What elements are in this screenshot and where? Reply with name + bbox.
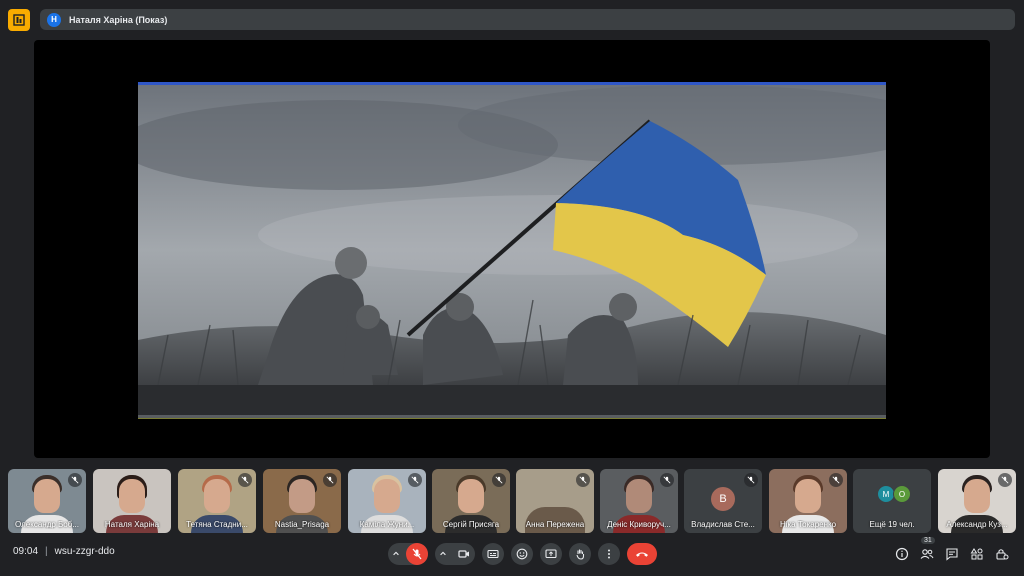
chat-icon (946, 548, 958, 561)
participant-tile[interactable]: Тетяна Стадни... (178, 469, 256, 533)
participant-tile[interactable]: Анна Пережена (516, 469, 594, 533)
flag-raising-image (138, 85, 886, 415)
more-options-button[interactable] (598, 543, 620, 565)
participant-tile[interactable]: Олександр Боб... (8, 469, 86, 533)
participant-name: Каміла Жуни... (359, 520, 415, 529)
participant-tile[interactable]: Наталя Харіна (93, 469, 171, 533)
participant-name: Тетяна Стадни... (186, 520, 248, 529)
present-button[interactable] (540, 543, 562, 565)
presenter-avatar: Н (47, 12, 61, 27)
participant-name: Владислав Сте... (691, 520, 755, 529)
participant-name: Ніка Токаренко (779, 520, 837, 529)
mic-off-icon[interactable] (406, 543, 428, 565)
presentation-frame (138, 82, 886, 419)
camera-control[interactable] (435, 543, 475, 565)
chevron-up-icon[interactable] (388, 550, 404, 558)
call-controls (388, 543, 664, 565)
mic-off-icon (323, 473, 337, 487)
raise-hand-icon (576, 549, 585, 560)
participant-name: Олександр Боб... (15, 520, 79, 529)
participant-name: Александр Куз... (946, 520, 1008, 529)
participant-name: Сергій Присяга (442, 520, 500, 529)
meet-logo-icon (8, 9, 30, 31)
participant-tile[interactable]: В Владислав Сте... (684, 469, 762, 533)
host-controls-icon (996, 549, 1009, 560)
emoji-icon (516, 548, 528, 560)
raise-hand-button[interactable] (569, 543, 591, 565)
present-screen-icon (545, 549, 557, 559)
participant-tile[interactable]: Сергій Присяга (432, 469, 510, 533)
participant-name: Анна Пережена (525, 520, 585, 529)
participant-tile[interactable]: Каміла Жуни... (348, 469, 426, 533)
mic-off-icon (660, 473, 674, 487)
people-icon (920, 549, 934, 559)
mic-control[interactable] (388, 543, 428, 565)
mic-off-icon (408, 473, 422, 487)
activities-button[interactable] (969, 546, 985, 562)
chevron-up-icon[interactable] (435, 550, 451, 558)
people-button[interactable]: 31 (919, 537, 935, 562)
meeting-details-button[interactable] (894, 546, 910, 562)
mic-off-icon (744, 473, 758, 487)
divider: | (45, 546, 48, 557)
mic-off-icon (829, 473, 843, 487)
more-participants-label: Ещё 19 чел. (869, 520, 915, 529)
avatar: О (893, 485, 911, 503)
captions-icon (487, 549, 499, 559)
shared-screen (34, 40, 990, 458)
participant-tile[interactable]: Nastia_Prisaga (263, 469, 341, 533)
presenter-label: Наталя Харіна (Показ) (69, 14, 168, 25)
participant-tile[interactable]: Александр Куз... (938, 469, 1016, 533)
chat-button[interactable] (944, 546, 960, 562)
mic-off-icon (576, 473, 590, 487)
emoji-button[interactable] (511, 543, 533, 565)
host-controls-button[interactable] (994, 546, 1010, 562)
side-panel-buttons: 31 (894, 537, 1019, 562)
participant-name: Nastia_Prisaga (274, 520, 330, 529)
participant-name: Деніс Криворуч... (607, 520, 671, 529)
mic-off-icon (492, 473, 506, 487)
avatar: В (711, 487, 735, 511)
participant-count-badge: 31 (921, 537, 935, 544)
participant-name: Наталя Харіна (104, 520, 160, 529)
meeting-info: 09:04 | wsu-zzgr-ddo (13, 546, 115, 557)
more-participants-tile[interactable]: М О Ещё 19 чел. (853, 469, 931, 533)
meeting-code: wsu-zzgr-ddo (54, 546, 115, 557)
mic-off-icon (998, 473, 1012, 487)
presenter-bar: Н Наталя Харіна (Показ) (40, 9, 1015, 30)
leave-call-button[interactable] (627, 543, 657, 565)
clock: 09:04 (13, 546, 39, 557)
mic-off-icon (68, 473, 82, 487)
mic-off-icon (238, 473, 252, 487)
captions-button[interactable] (482, 543, 504, 565)
info-icon (895, 547, 909, 561)
participant-tile[interactable]: Деніс Криворуч... (600, 469, 678, 533)
participant-tile[interactable]: Ніка Токаренко (769, 469, 847, 533)
more-vert-icon (608, 549, 610, 559)
camera-icon[interactable] (453, 543, 475, 565)
activities-icon (970, 548, 983, 560)
end-call-icon (636, 552, 648, 557)
